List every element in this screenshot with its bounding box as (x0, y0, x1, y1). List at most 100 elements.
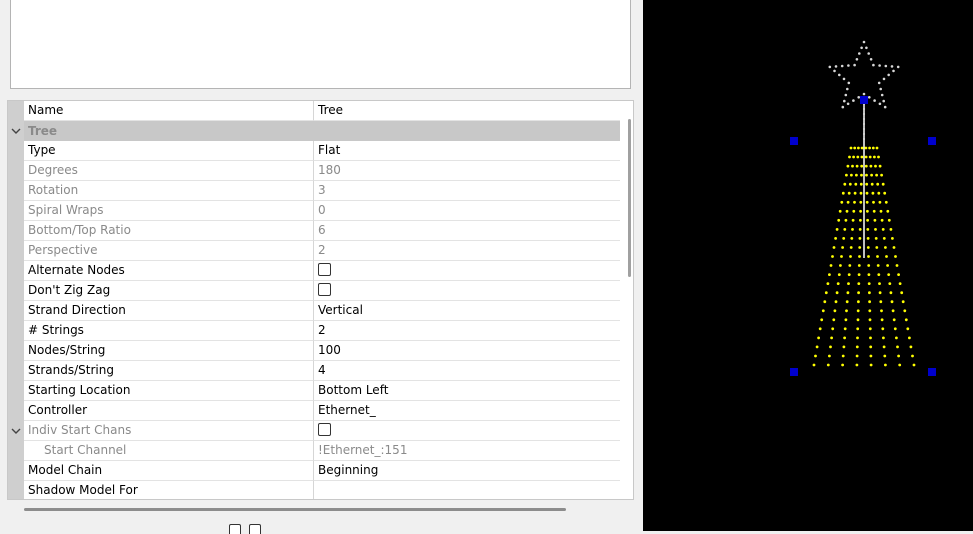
tree-node (877, 273, 881, 276)
tree-node (812, 363, 816, 367)
tree-node (831, 327, 835, 331)
chevron-down-icon[interactable] (11, 125, 21, 135)
property-value[interactable]: 100 (314, 341, 620, 361)
tree-node (864, 164, 868, 168)
tree-node (829, 264, 833, 267)
property-value[interactable]: Vertical (314, 301, 620, 321)
horizontal-scrollbar[interactable] (24, 508, 566, 511)
property-value[interactable]: Flat (314, 141, 620, 161)
tree-node (885, 255, 888, 258)
property-row-name[interactable]: Name Tree (8, 101, 620, 121)
property-value[interactable]: Ethernet_ (314, 401, 620, 421)
property-row[interactable]: Strand Direction Vertical (8, 301, 620, 321)
property-value[interactable]: 6 (314, 221, 620, 241)
chevron-down-icon[interactable] (11, 425, 21, 435)
tree-node (883, 354, 887, 358)
property-name: Strands/String (24, 361, 314, 381)
tree-node (889, 228, 893, 231)
property-row[interactable]: Bottom/Top Ratio 6 (8, 221, 620, 241)
tree-node (893, 327, 897, 331)
star-node (880, 93, 884, 97)
tree-node (866, 228, 870, 231)
property-row[interactable]: # Strings 2 (8, 321, 620, 341)
tree-node (846, 291, 850, 295)
tree-node (855, 173, 858, 177)
property-value[interactable] (314, 481, 620, 499)
tree-node (817, 336, 820, 340)
tree-node (845, 209, 849, 213)
property-value[interactable]: 0 (314, 201, 620, 221)
star-stem-node (862, 127, 866, 131)
tree-node (892, 246, 896, 249)
tree-node (868, 318, 872, 322)
bottom-checkbox-1[interactable] (229, 524, 241, 534)
preview-canvas[interactable] (643, 0, 973, 531)
property-name: # Strings (24, 321, 314, 341)
property-value[interactable]: 4 (314, 361, 620, 381)
property-value[interactable]: Bottom Left (314, 381, 620, 401)
property-row[interactable]: Type Flat (8, 141, 620, 161)
left-pane: Name Tree Tree Type Flat Degrees 180 Rotation 3 S… (0, 0, 643, 534)
property-row[interactable]: Degrees 180 (8, 161, 620, 181)
star-node (834, 65, 838, 68)
tree-node (851, 228, 854, 231)
property-row[interactable]: Model Chain Beginning (8, 461, 620, 481)
selection-handle (928, 137, 936, 145)
tree-node (821, 309, 825, 313)
property-row[interactable]: Start Channel !Ethernet_:151 (8, 441, 620, 461)
property-row[interactable]: Starting Location Bottom Left (8, 381, 620, 401)
property-row[interactable]: Spiral Wraps 0 (8, 201, 620, 221)
property-value[interactable]: 2 (314, 321, 620, 341)
property-row[interactable]: Alternate Nodes (8, 261, 620, 281)
property-grid[interactable]: Name Tree Tree Type Flat Degrees 180 Rotation 3 S… (7, 100, 634, 500)
property-row[interactable]: Indiv Start Chans (8, 421, 620, 441)
category-tree[interactable]: Tree (8, 121, 620, 141)
category-label: Tree (28, 124, 58, 138)
property-row[interactable]: Rotation 3 (8, 181, 620, 201)
vertical-scrollbar[interactable] (627, 101, 633, 499)
property-row[interactable]: Don't Zig Zag (8, 281, 620, 301)
property-value[interactable] (314, 421, 620, 441)
star-node (833, 69, 836, 73)
star-node (872, 63, 875, 67)
tree-node (871, 191, 875, 195)
tree-node (828, 273, 831, 276)
tree-node (828, 354, 831, 358)
model-preview[interactable] (643, 0, 973, 531)
property-checkbox[interactable] (318, 263, 331, 276)
property-checkbox[interactable] (318, 283, 331, 296)
vertical-scrollbar-thumb[interactable] (628, 119, 631, 277)
tree-node (868, 291, 871, 295)
tree-node (887, 218, 891, 222)
row-margin (8, 121, 24, 141)
property-row[interactable]: Strands/String 4 (8, 361, 620, 381)
property-value[interactable] (314, 261, 620, 281)
property-value[interactable]: Beginning (314, 461, 620, 481)
star-node (860, 46, 863, 50)
property-row[interactable]: Controller Ethernet_ (8, 401, 620, 421)
tree-node (869, 345, 873, 349)
property-value[interactable]: 180 (314, 161, 620, 181)
property-checkbox[interactable] (318, 423, 331, 436)
property-value[interactable]: Tree (314, 101, 620, 121)
tree-node (830, 336, 833, 340)
star-node (882, 99, 885, 103)
tree-node (881, 182, 885, 186)
property-row[interactable]: Nodes/String 100 (8, 341, 620, 361)
property-row[interactable]: Perspective 2 (8, 241, 620, 261)
tree-node (857, 273, 861, 276)
star-stem-node (862, 112, 866, 116)
tree-node (903, 309, 907, 313)
star-node (883, 105, 887, 109)
tree-node (841, 246, 844, 249)
property-value[interactable] (314, 281, 620, 301)
tree-node (853, 200, 856, 204)
property-row[interactable]: Shadow Model For (8, 481, 620, 499)
bottom-checkbox-2[interactable] (248, 524, 261, 534)
row-margin (8, 101, 24, 121)
model-list-panel[interactable] (10, 0, 631, 89)
tree-node (874, 228, 877, 231)
property-value[interactable]: !Ethernet_:151 (314, 441, 620, 461)
property-value[interactable]: 2 (314, 241, 620, 261)
property-value[interactable]: 3 (314, 181, 620, 201)
